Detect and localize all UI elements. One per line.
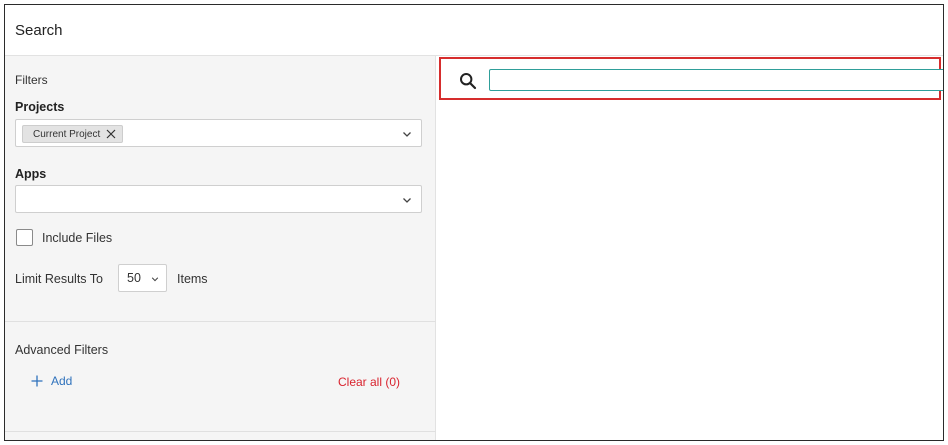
apps-select[interactable] bbox=[15, 185, 422, 213]
projects-label: Projects bbox=[15, 100, 65, 114]
clear-all-button[interactable]: Clear all (0) bbox=[338, 375, 400, 389]
chevron-down-icon bbox=[403, 198, 411, 203]
project-chip-label: Current Project bbox=[33, 128, 101, 140]
header: Search bbox=[5, 5, 943, 56]
chevron-down-icon bbox=[151, 277, 159, 282]
add-filter-button[interactable]: Add bbox=[31, 374, 72, 388]
limit-results-value: 50 bbox=[127, 271, 141, 285]
projects-select[interactable]: Current Project bbox=[15, 119, 422, 147]
search-window: Search Filters Projects Current Project … bbox=[4, 4, 944, 441]
advanced-filters-heading: Advanced Filters bbox=[15, 343, 109, 357]
chevron-down-icon bbox=[403, 132, 411, 137]
limit-results-label: Limit Results To bbox=[15, 272, 103, 286]
include-files-label: Include Files bbox=[42, 231, 113, 245]
divider bbox=[5, 431, 436, 432]
search-bar-highlight bbox=[439, 57, 943, 100]
add-filter-label: Add bbox=[51, 374, 73, 388]
plus-icon bbox=[31, 375, 43, 387]
limit-results-select[interactable]: 50 bbox=[118, 264, 167, 292]
apps-label: Apps bbox=[15, 167, 47, 181]
include-files-checkbox[interactable] bbox=[16, 229, 33, 246]
results-panel bbox=[437, 56, 943, 440]
chip-remove-icon[interactable] bbox=[106, 129, 116, 139]
search-icon bbox=[460, 73, 477, 90]
project-chip: Current Project bbox=[22, 125, 124, 143]
limit-items-label: Items bbox=[177, 272, 208, 286]
page-title: Search bbox=[15, 21, 63, 39]
divider bbox=[5, 321, 436, 322]
filters-sidebar: Filters Projects Current Project Apps In… bbox=[5, 56, 436, 440]
search-input[interactable] bbox=[489, 69, 943, 91]
filters-heading: Filters bbox=[15, 73, 48, 87]
